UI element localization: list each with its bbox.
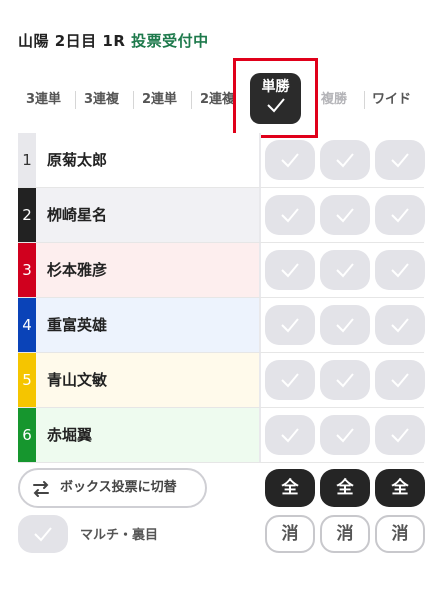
check-icon: [336, 373, 354, 388]
check-icon: [391, 153, 409, 168]
rider-name: 杉本雅彦: [47, 261, 108, 279]
tab-wide[interactable]: ワイド: [372, 88, 411, 112]
check-icon: [391, 373, 409, 388]
rider-row: 1 原菊太郎: [18, 133, 425, 188]
rider-row: 5 青山文敏: [18, 353, 425, 408]
switch-box-button[interactable]: ボックス投票に切替: [18, 468, 207, 508]
rider-number: 2: [18, 188, 36, 242]
column-divider: [259, 408, 261, 462]
multi-toggle[interactable]: [18, 515, 68, 553]
check-icon: [281, 318, 299, 333]
select-rider-3-col-2[interactable]: [320, 250, 370, 290]
clear-button-1[interactable]: 消: [265, 515, 315, 553]
clear-button-3[interactable]: 消: [375, 515, 425, 553]
tab-divider: [364, 91, 365, 109]
select-rider-2-col-2[interactable]: [320, 195, 370, 235]
select-rider-6-col-1[interactable]: [265, 415, 315, 455]
select-rider-4-col-3[interactable]: [375, 305, 425, 345]
check-icon: [391, 208, 409, 223]
tab-divider: [191, 91, 192, 109]
rider-name: 原菊太郎: [47, 151, 108, 169]
race-header: 山陽 2日目 1R 投票受付中: [18, 30, 209, 51]
rider-name: 赤堀翼: [47, 426, 93, 444]
check-icon: [391, 263, 409, 278]
check-icon: [391, 318, 409, 333]
select-rider-3-col-1[interactable]: [265, 250, 315, 290]
rider-row: 6 赤堀翼: [18, 408, 425, 463]
rider-row: 2 栁崎星名: [18, 188, 425, 243]
select-rider-2-col-1[interactable]: [265, 195, 315, 235]
rider-number: 4: [18, 298, 36, 352]
column-divider: [259, 353, 261, 407]
select-rider-3-col-3[interactable]: [375, 250, 425, 290]
rider-row: 3 杉本雅彦: [18, 243, 425, 298]
select-rider-5-col-2[interactable]: [320, 360, 370, 400]
tab-2renpuku[interactable]: 2連複: [200, 88, 235, 112]
select-rider-4-col-1[interactable]: [265, 305, 315, 345]
rider-number: 1: [18, 133, 36, 187]
column-divider: [259, 188, 261, 242]
tab-2rentan[interactable]: 2連単: [142, 88, 177, 112]
tab-divider: [133, 91, 134, 109]
column-divider: [259, 243, 261, 297]
rider-name: 栁崎星名: [47, 206, 108, 224]
check-icon: [266, 98, 285, 113]
voting-status: 投票受付中: [131, 32, 209, 50]
select-rider-2-col-3[interactable]: [375, 195, 425, 235]
tab-tansho[interactable]: 単勝: [250, 73, 301, 124]
check-icon: [281, 153, 299, 168]
select-rider-5-col-3[interactable]: [375, 360, 425, 400]
check-icon: [336, 428, 354, 443]
bet-type-tabs: 3連単 3連複 2連単 2連複 複勝 ワイド: [18, 88, 424, 112]
select-all-button-2[interactable]: 全: [320, 469, 370, 507]
check-icon: [281, 373, 299, 388]
select-rider-1-col-2[interactable]: [320, 140, 370, 180]
tab-3rentan[interactable]: 3連単: [26, 88, 61, 112]
multi-label: マルチ・裏目: [80, 528, 159, 543]
check-icon: [336, 208, 354, 223]
select-rider-5-col-1[interactable]: [265, 360, 315, 400]
rider-name: 重富英雄: [47, 316, 108, 334]
select-all-button-1[interactable]: 全: [265, 469, 315, 507]
switch-box-label: ボックス投票に切替: [60, 480, 177, 495]
select-rider-1-col-3[interactable]: [375, 140, 425, 180]
tab-3renpuku[interactable]: 3連複: [84, 88, 119, 112]
select-rider-6-col-2[interactable]: [320, 415, 370, 455]
column-divider: [259, 133, 261, 187]
select-rider-1-col-1[interactable]: [265, 140, 315, 180]
rider-number: 6: [18, 408, 36, 462]
race-title: 山陽 2日目 1R: [18, 32, 126, 50]
select-rider-4-col-2[interactable]: [320, 305, 370, 345]
check-icon: [34, 527, 52, 542]
check-icon: [336, 263, 354, 278]
rider-row: 4 重富英雄: [18, 298, 425, 353]
column-divider: [259, 298, 261, 352]
check-icon: [336, 153, 354, 168]
swap-arrows-icon: [33, 481, 49, 497]
clear-button-2[interactable]: 消: [320, 515, 370, 553]
row-divider: [18, 462, 424, 463]
check-icon: [391, 428, 409, 443]
check-icon: [336, 318, 354, 333]
select-rider-6-col-3[interactable]: [375, 415, 425, 455]
rider-name: 青山文敏: [47, 371, 108, 389]
check-icon: [281, 428, 299, 443]
tab-tansho-label: 単勝: [261, 79, 290, 95]
tab-divider: [75, 91, 76, 109]
check-icon: [281, 208, 299, 223]
rider-number: 5: [18, 353, 36, 407]
rider-number: 3: [18, 243, 36, 297]
tab-fukusho[interactable]: 複勝: [321, 88, 347, 112]
select-all-button-3[interactable]: 全: [375, 469, 425, 507]
check-icon: [281, 263, 299, 278]
